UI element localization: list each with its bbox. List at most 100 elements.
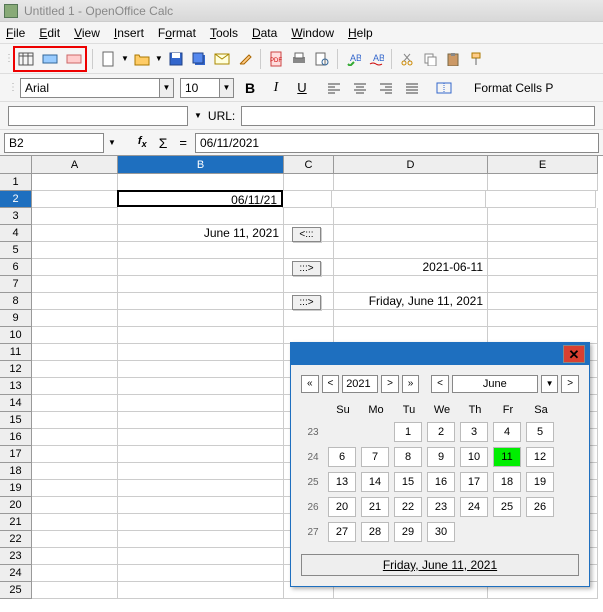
cell-B17[interactable]	[118, 446, 284, 463]
cell-A12[interactable]	[32, 361, 118, 378]
cell-A3[interactable]	[32, 208, 118, 225]
calendar-day-17[interactable]: 17	[460, 472, 488, 492]
cell-B15[interactable]	[118, 412, 284, 429]
new-doc-icon[interactable]	[98, 49, 118, 69]
align-left-icon[interactable]	[324, 78, 344, 98]
align-right-icon[interactable]	[376, 78, 396, 98]
year-prev-button[interactable]: <	[322, 375, 340, 393]
cell-A5[interactable]	[32, 242, 118, 259]
merge-cells-icon[interactable]	[434, 78, 454, 98]
row-header-17[interactable]: 17	[0, 446, 32, 463]
arrow-button[interactable]: <:::	[292, 227, 320, 242]
row-header-13[interactable]: 13	[0, 378, 32, 395]
cell-A2[interactable]	[32, 191, 118, 208]
cell-E8[interactable]	[488, 293, 598, 310]
toolbar-grip[interactable]: ⋮⋮	[8, 85, 14, 90]
row-header-22[interactable]: 22	[0, 531, 32, 548]
equals-icon[interactable]: =	[179, 135, 187, 150]
export-pdf-icon[interactable]: PDF	[266, 49, 286, 69]
cell-B16[interactable]	[118, 429, 284, 446]
font-size-input[interactable]	[180, 78, 220, 98]
calendar-day-4[interactable]: 4	[493, 422, 521, 442]
column-header-D[interactable]: D	[334, 156, 488, 174]
cellref-dropdown-icon[interactable]: ▼	[108, 138, 116, 147]
row-header-7[interactable]: 7	[0, 276, 32, 293]
menu-insert[interactable]: Insert	[114, 26, 144, 40]
function-wizard-icon[interactable]: fx	[138, 135, 147, 149]
bold-icon[interactable]: B	[240, 78, 260, 98]
calendar-day-26[interactable]: 26	[526, 497, 554, 517]
cell-B5[interactable]	[118, 242, 284, 259]
paste-icon[interactable]	[443, 49, 463, 69]
row-header-2[interactable]: 2	[0, 191, 32, 208]
cell-B18[interactable]	[118, 463, 284, 480]
menu-window[interactable]: Window	[291, 26, 334, 40]
align-justify-icon[interactable]	[402, 78, 422, 98]
cell-B20[interactable]	[118, 497, 284, 514]
cell-A10[interactable]	[32, 327, 118, 344]
calendar-day-18[interactable]: 18	[493, 472, 521, 492]
row-header-3[interactable]: 3	[0, 208, 32, 225]
calendar-day-22[interactable]: 22	[394, 497, 422, 517]
calendar-day-20[interactable]: 20	[328, 497, 356, 517]
cell-D4[interactable]	[334, 225, 488, 242]
cell-C4[interactable]: <:::	[284, 225, 334, 242]
cell-A15[interactable]	[32, 412, 118, 429]
arrow-button[interactable]: :::>	[292, 295, 320, 310]
row-header-16[interactable]: 16	[0, 429, 32, 446]
calendar-footer[interactable]: Friday, June 11, 2021	[301, 554, 579, 576]
open-folder-icon[interactable]	[132, 49, 152, 69]
row-header-25[interactable]: 25	[0, 582, 32, 599]
cell-B10[interactable]	[118, 327, 284, 344]
cell-E1[interactable]	[488, 174, 598, 191]
edit-icon[interactable]	[235, 49, 255, 69]
cell-C9[interactable]	[284, 310, 334, 327]
cell-B22[interactable]	[118, 531, 284, 548]
cell-C7[interactable]	[284, 276, 334, 293]
mail-icon[interactable]	[212, 49, 232, 69]
row-header-15[interactable]: 15	[0, 412, 32, 429]
calendar-day-11[interactable]: 11	[493, 447, 521, 467]
calendar-day-23[interactable]: 23	[427, 497, 455, 517]
format-cells-label[interactable]: Format Cells P	[474, 81, 553, 95]
font-size-dropdown[interactable]: ▼	[220, 78, 234, 98]
row-header-12[interactable]: 12	[0, 361, 32, 378]
calendar-day-6[interactable]: 6	[328, 447, 356, 467]
close-icon[interactable]: ✕	[563, 345, 585, 363]
year-first-button[interactable]: «	[301, 375, 319, 393]
calendar-day-12[interactable]: 12	[526, 447, 554, 467]
cell-A4[interactable]	[32, 225, 118, 242]
calendar-day-19[interactable]: 19	[526, 472, 554, 492]
cell-A21[interactable]	[32, 514, 118, 531]
menu-tools[interactable]: Tools	[210, 26, 238, 40]
cell-C5[interactable]	[284, 242, 334, 259]
copy-icon[interactable]	[420, 49, 440, 69]
cell-E5[interactable]	[488, 242, 598, 259]
cell-B24[interactable]	[118, 565, 284, 582]
year-last-button[interactable]: »	[402, 375, 420, 393]
calendar-day-25[interactable]: 25	[493, 497, 521, 517]
menu-view[interactable]: View	[74, 26, 100, 40]
cell-D1[interactable]	[334, 174, 488, 191]
row-header-24[interactable]: 24	[0, 565, 32, 582]
url-name-input[interactable]	[8, 106, 188, 126]
arrow-button[interactable]: :::>	[292, 261, 320, 276]
dropdown-icon[interactable]: ▼	[194, 111, 202, 120]
row-header-5[interactable]: 5	[0, 242, 32, 259]
menu-format[interactable]: Format	[158, 26, 196, 40]
cell-B3[interactable]	[118, 208, 284, 225]
menu-file[interactable]: File	[6, 26, 25, 40]
calendar-day-3[interactable]: 3	[460, 422, 488, 442]
align-center-icon[interactable]	[350, 78, 370, 98]
cell-B21[interactable]	[118, 514, 284, 531]
column-header-C[interactable]: C	[284, 156, 334, 174]
cell-A8[interactable]	[32, 293, 118, 310]
calendar-btn-3[interactable]	[64, 49, 84, 69]
month-input[interactable]	[452, 375, 538, 393]
calendar-day-10[interactable]: 10	[460, 447, 488, 467]
cell-B11[interactable]	[118, 344, 284, 361]
toolbar-grip[interactable]: ⋮⋮	[4, 56, 10, 61]
calendar-day-28[interactable]: 28	[361, 522, 389, 542]
calendar-day-24[interactable]: 24	[460, 497, 488, 517]
cell-A18[interactable]	[32, 463, 118, 480]
